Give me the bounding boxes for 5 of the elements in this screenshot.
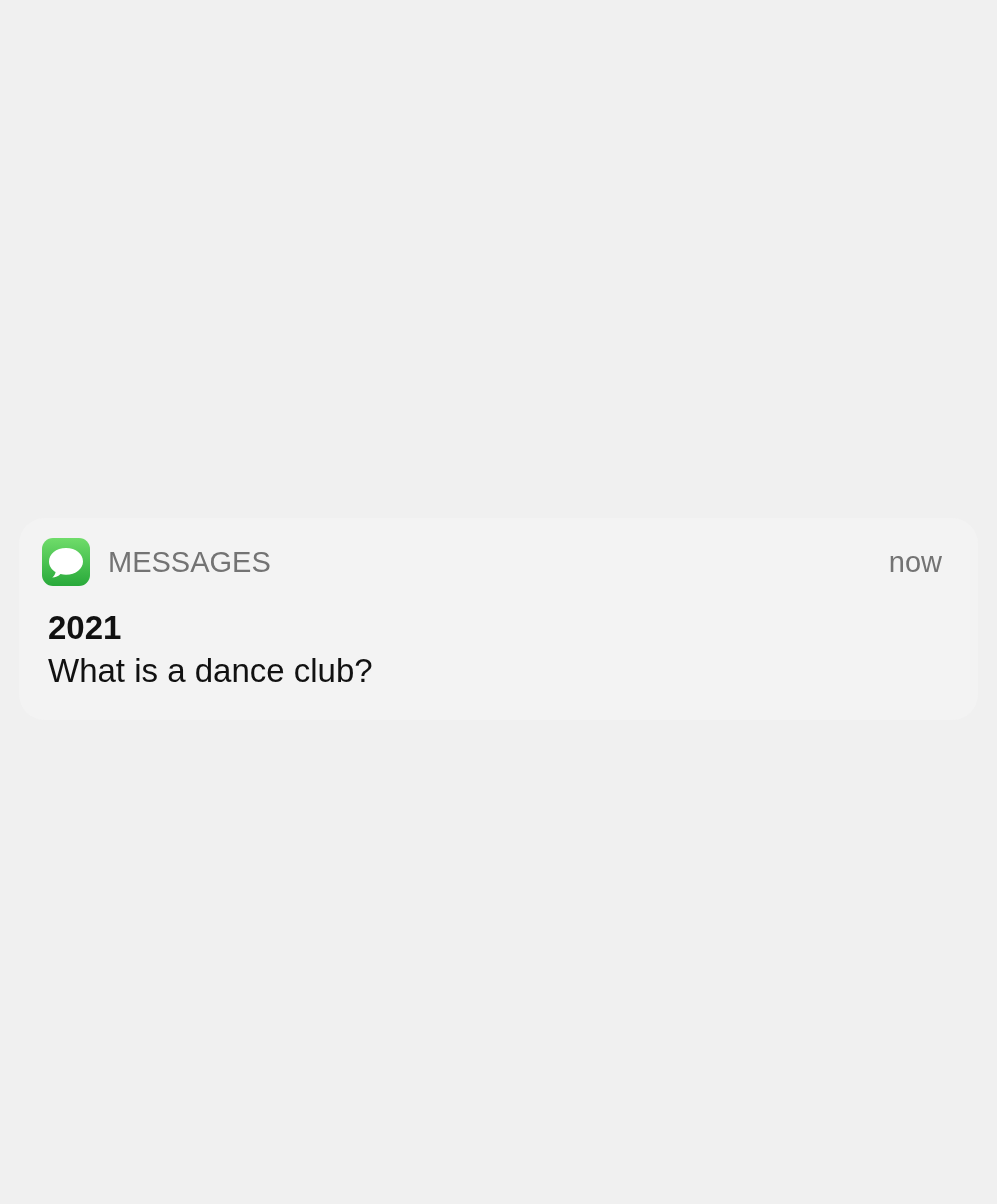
- notification-title: 2021: [48, 608, 123, 648]
- notification-message: What is a dance club?: [48, 651, 374, 691]
- app-name: MESSAGES: [108, 545, 271, 579]
- speech-bubble-icon: [42, 538, 90, 586]
- notification-time: now: [888, 545, 942, 579]
